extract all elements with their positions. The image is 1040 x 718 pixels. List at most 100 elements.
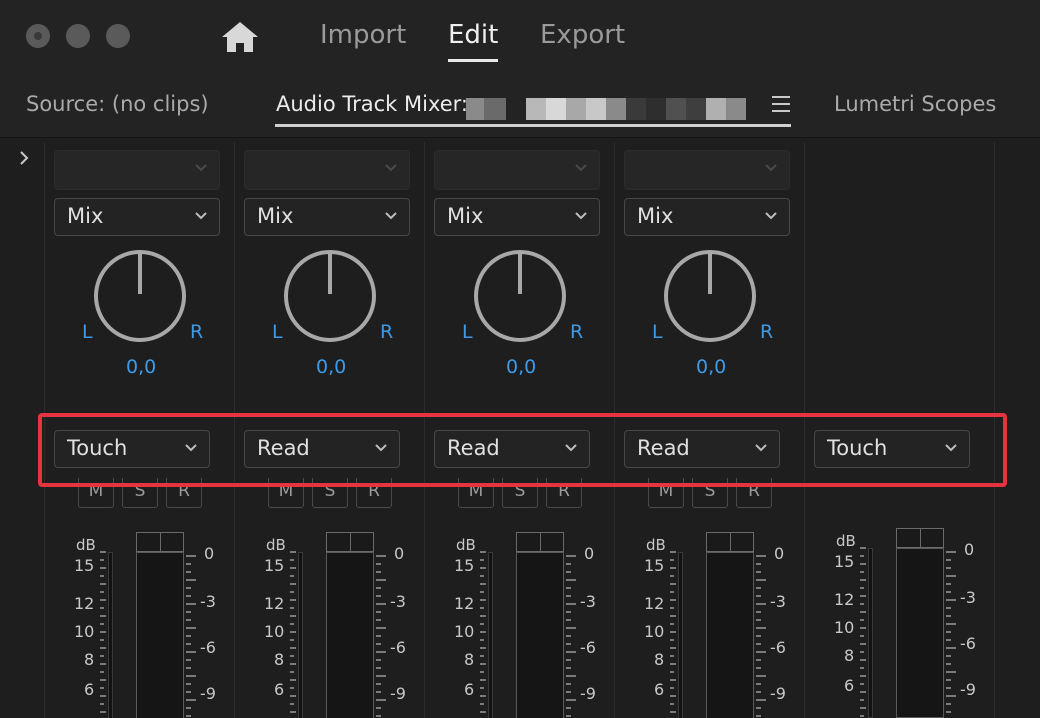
meter-ticks — [670, 551, 676, 713]
meter-scale-number: 15 — [454, 556, 475, 575]
pan-left-label: L — [82, 321, 93, 343]
meter-scale-number: 12 — [644, 594, 665, 613]
mute-button[interactable]: M — [458, 478, 494, 508]
mute-button[interactable]: M — [648, 478, 684, 508]
meter-scale-number: 10 — [834, 618, 855, 637]
meter-scale-number: 15 — [644, 556, 665, 575]
pan-mode-label: Mix — [637, 204, 674, 228]
level-meter — [678, 552, 683, 718]
automation-mode-label: Touch — [827, 436, 888, 460]
panel-tab-audio-track-mixer[interactable]: Audio Track Mixer: — [276, 92, 468, 116]
solo-button[interactable]: S — [312, 478, 348, 508]
tab-import[interactable]: Import — [320, 20, 406, 60]
solo-button[interactable]: S — [692, 478, 728, 508]
panel-menu-icon[interactable] — [772, 96, 790, 114]
window-zoom-button[interactable] — [106, 24, 130, 48]
pan-value[interactable]: 0,0 — [696, 356, 726, 378]
meter-scale-number: 8 — [274, 650, 285, 669]
fader-scale-number: 0 — [204, 544, 215, 563]
meter-scale-number: 10 — [454, 622, 475, 641]
db-unit-label: dB — [836, 532, 856, 550]
window-minimize-button[interactable] — [66, 24, 90, 48]
panel-tab-source[interactable]: Source: (no clips) — [26, 92, 209, 116]
meter-scale-number: 12 — [454, 594, 475, 613]
meter-scale-number: 10 — [264, 622, 285, 641]
volume-fader-handle[interactable] — [136, 532, 184, 552]
active-tab-underline — [275, 124, 791, 127]
tab-edit[interactable]: Edit — [448, 20, 499, 62]
automation-mode-label: Read — [637, 436, 690, 460]
meter-scale-number: 6 — [464, 680, 475, 699]
fader-scale-number: -9 — [200, 684, 216, 703]
fader-scale-number: -3 — [580, 592, 596, 611]
fader-ticks — [946, 551, 956, 713]
meter-scale-number: 6 — [84, 680, 95, 699]
fader-scale-number: -6 — [770, 638, 786, 657]
volume-fader-track[interactable] — [516, 552, 564, 718]
volume-fader-track[interactable] — [896, 548, 944, 718]
meter-scale-number: 12 — [74, 594, 95, 613]
mute-button[interactable]: M — [78, 478, 114, 508]
fader-scale-number: -9 — [390, 684, 406, 703]
db-unit-label: dB — [646, 536, 666, 554]
pan-mode-label: Mix — [257, 204, 294, 228]
automation-mode-label: Read — [257, 436, 310, 460]
db-unit-label: dB — [266, 536, 286, 554]
pan-left-label: L — [462, 321, 473, 343]
mute-button[interactable]: M — [268, 478, 304, 508]
automation-mode-label: Read — [447, 436, 500, 460]
volume-fader-handle[interactable] — [706, 532, 754, 552]
level-meter — [868, 548, 873, 718]
tab-export[interactable]: Export — [540, 20, 625, 60]
meter-scale-number: 10 — [74, 622, 95, 641]
fader-ticks — [566, 555, 576, 717]
fader-scale-number: 0 — [964, 540, 975, 559]
fader-scale-number: -6 — [200, 638, 216, 657]
meter-scale-number: 12 — [264, 594, 285, 613]
meter-scale-number: 8 — [844, 646, 855, 665]
window-close-button[interactable] — [26, 24, 50, 48]
volume-fader-track[interactable] — [326, 552, 374, 718]
meter-scale-number: 15 — [264, 556, 285, 575]
fader-scale-number: -3 — [770, 592, 786, 611]
volume-fader-handle[interactable] — [896, 528, 944, 548]
volume-fader-track[interactable] — [136, 552, 184, 718]
pan-value[interactable]: 0,0 — [126, 356, 156, 378]
meter-ticks — [100, 551, 106, 713]
meter-scale-number: 15 — [834, 552, 855, 571]
fader-scale-number: 0 — [584, 544, 595, 563]
volume-fader-track[interactable] — [706, 552, 754, 718]
volume-fader-handle[interactable] — [516, 532, 564, 552]
pan-value[interactable]: 0,0 — [506, 356, 536, 378]
fader-scale-number: 0 — [394, 544, 405, 563]
pan-mode-label: Mix — [447, 204, 484, 228]
meter-scale-number: 15 — [74, 556, 95, 575]
meter-scale-number: 8 — [84, 650, 95, 669]
volume-fader-handle[interactable] — [326, 532, 374, 552]
meter-scale-number: 6 — [844, 676, 855, 695]
meter-scale-number: 6 — [654, 680, 665, 699]
chevron-right-icon[interactable] — [16, 148, 32, 168]
fader-ticks — [376, 555, 386, 717]
fader-scale-number: -9 — [960, 680, 976, 699]
fader-scale-number: -9 — [770, 684, 786, 703]
channel-strip: Mix L R 0,0 Read M S RdB 15 12 10 8 6 0 -3 -6 -9 — [434, 142, 622, 718]
channel-strip: Mix L R 0,0 Read M S RdB 15 12 10 8 6 0 -3 -6 -9 — [624, 142, 812, 718]
level-meter — [298, 552, 303, 718]
title-bar: Import Edit Export — [0, 0, 1040, 76]
meter-scale-number: 12 — [834, 590, 855, 609]
channel-strip: Touch dB 15 12 10 8 6 0 -3 -6 -9 — [814, 142, 1002, 718]
fader-scale-number: 0 — [774, 544, 785, 563]
level-meter — [108, 552, 113, 718]
fader-scale-number: -3 — [960, 588, 976, 607]
strip-divider — [44, 142, 45, 718]
home-icon[interactable] — [220, 20, 260, 54]
solo-button[interactable]: S — [122, 478, 158, 508]
solo-button[interactable]: S — [502, 478, 538, 508]
meter-ticks — [480, 551, 486, 713]
pan-value[interactable]: 0,0 — [316, 356, 346, 378]
meter-scale-number: 8 — [464, 650, 475, 669]
panel-tab-lumetri-scopes[interactable]: Lumetri Scopes — [834, 92, 996, 116]
fader-ticks — [186, 555, 196, 717]
fader-scale-number: -6 — [960, 634, 976, 653]
